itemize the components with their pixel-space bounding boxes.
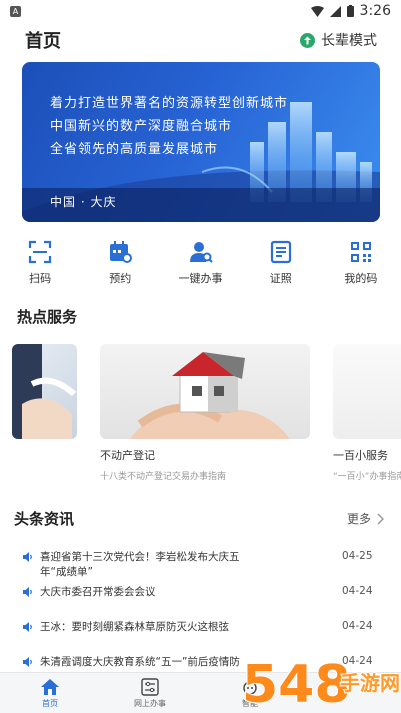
tab-label: 首页 (42, 698, 58, 708)
license-icon (270, 240, 291, 264)
banner-carousel[interactable]: 着力打造世界著名的资源转型创新城市 中国新兴的数产深度融合城市 全省领先的高质量… (22, 62, 380, 222)
header: 首页 长辈模式 (0, 22, 401, 58)
hot-service-card-real-estate[interactable]: 不动产登记 十八类不动产登记交易办事指南 (100, 344, 310, 482)
page-title: 首页 (25, 31, 61, 52)
wifi-icon (310, 5, 324, 17)
elder-mode-label: 长辈模式 (321, 33, 377, 49)
hot-service-desc: 十八类不动产登记交易办事指南 (100, 472, 227, 482)
news-item-date: 04-25 (342, 550, 373, 562)
news-item-date: 04-24 (342, 620, 373, 632)
news-more-link[interactable]: 更多 (347, 510, 384, 527)
hot-services-carousel[interactable]: 不动产登记 十八类不动产登记交易办事指南 一百小服务 “一百小”办事指南 (0, 344, 401, 484)
home-icon (41, 678, 59, 695)
news-item-text: 喜迎省第十三次党代会！李岩松发布大庆五年“成绩单” (40, 551, 240, 578)
hot-service-image (333, 344, 401, 439)
user-search-icon (189, 242, 213, 263)
quick-action-label: 证照 (269, 272, 292, 285)
hot-service-name: 一百小服务 (333, 449, 388, 462)
hot-service-name: 不动产登记 (100, 449, 155, 462)
quick-action-label: 预约 (109, 272, 132, 285)
news-item-text: 大庆市委召开常委会会议 (40, 586, 156, 598)
scan-icon (28, 240, 52, 264)
news-item-text: 朱清霞调度大庆教育系统“五一”前后疫情防 (40, 656, 240, 668)
quick-action-one-click[interactable]: 一键办事 (160, 240, 240, 290)
quick-action-label: 扫码 (29, 272, 52, 285)
elder-mode-icon (300, 32, 315, 48)
quick-action-my-code[interactable]: 我的码 (321, 240, 401, 290)
quick-actions: 扫码 预约 一键办事 证照 我的码 (0, 240, 401, 290)
tab-online-services[interactable]: 网上办事 (100, 673, 200, 713)
sliders-icon (141, 677, 159, 696)
qrcode-icon (350, 242, 371, 262)
banner-line-1: 着力打造世界著名的资源转型创新城市 (50, 96, 289, 111)
site-watermark: 548 手游网 (240, 640, 401, 713)
calendar-icon (110, 241, 133, 263)
speaker-icon (23, 622, 32, 632)
news-item[interactable]: 王冰：要时刻绷紧森林草原防灭火这根弦 04-24 (22, 620, 382, 635)
watermark-number: 548 (242, 655, 351, 713)
signal-icon (329, 5, 341, 17)
news-title: 头条资讯 (14, 510, 75, 528)
speaker-icon (23, 552, 32, 562)
speaker-icon (23, 657, 32, 667)
hot-service-card-yibai[interactable]: 一百小服务 “一百小”办事指南 (333, 344, 401, 482)
banner-line-3: 全省领先的高质量发展城市 (50, 142, 219, 157)
quick-action-license[interactable]: 证照 (241, 240, 321, 290)
elder-mode-button[interactable]: 长辈模式 (300, 30, 377, 50)
house-in-hands-image (100, 344, 310, 439)
hot-service-card-partial-left[interactable] (12, 344, 77, 439)
quick-action-appointment[interactable]: 预约 (80, 240, 160, 290)
news-item-date: 04-24 (342, 585, 373, 597)
status-bar: A 3:26 (0, 0, 401, 22)
hot-service-desc: “一百小”办事指南 (333, 472, 401, 482)
speaker-icon (23, 587, 32, 597)
quick-action-scan[interactable]: 扫码 (0, 240, 80, 290)
clock: 3:26 (359, 3, 391, 19)
hot-services-title: 热点服务 (17, 308, 78, 326)
news-header: 头条资讯 更多 (14, 508, 384, 529)
quick-action-label: 一键办事 (178, 272, 223, 285)
chevron-right-icon (377, 512, 384, 525)
watermark-text: 手游网 (340, 671, 400, 695)
battery-icon (346, 5, 354, 17)
news-more-label: 更多 (346, 512, 371, 526)
news-item[interactable]: 喜迎省第十三次党代会！李岩松发布大庆五年“成绩单” 04-25 (22, 550, 382, 580)
tab-label: 网上办事 (134, 698, 166, 708)
news-item-text: 王冰：要时刻绷紧森林草原防灭火这根弦 (40, 621, 229, 633)
news-item[interactable]: 大庆市委召开常委会会议 04-24 (22, 585, 382, 600)
banner-place: 中国 · 大庆 (50, 195, 117, 209)
app-badge: A (10, 5, 21, 17)
tab-home[interactable]: 首页 (0, 673, 100, 713)
quick-action-label: 我的码 (344, 272, 378, 285)
banner-line-2: 中国新兴的数产深度融合城市 (50, 119, 233, 134)
hot-service-image (12, 344, 77, 439)
